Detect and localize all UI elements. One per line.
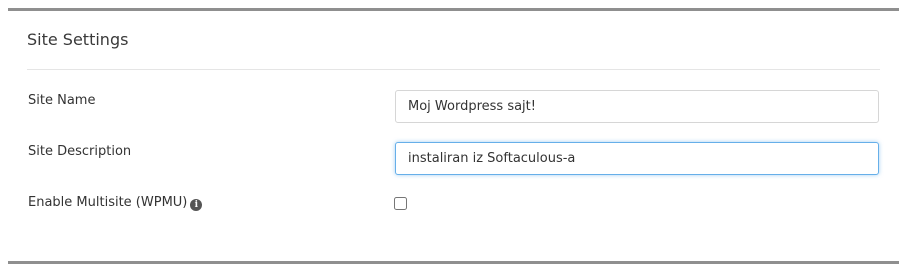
site-name-label: Site Name	[28, 93, 96, 108]
site-description-input[interactable]	[395, 142, 879, 175]
site-settings-panel: Site Settings Site Name Site Description…	[8, 8, 899, 264]
multisite-label-row: Enable Multisite (WPMU) i	[28, 195, 203, 211]
panel-divider	[27, 69, 880, 70]
panel-title: Site Settings	[27, 30, 129, 49]
multisite-checkbox[interactable]	[394, 197, 407, 210]
site-name-input[interactable]	[395, 90, 879, 123]
info-icon[interactable]: i	[190, 199, 203, 211]
site-description-label: Site Description	[28, 144, 132, 159]
multisite-label: Enable Multisite (WPMU)	[28, 195, 188, 210]
